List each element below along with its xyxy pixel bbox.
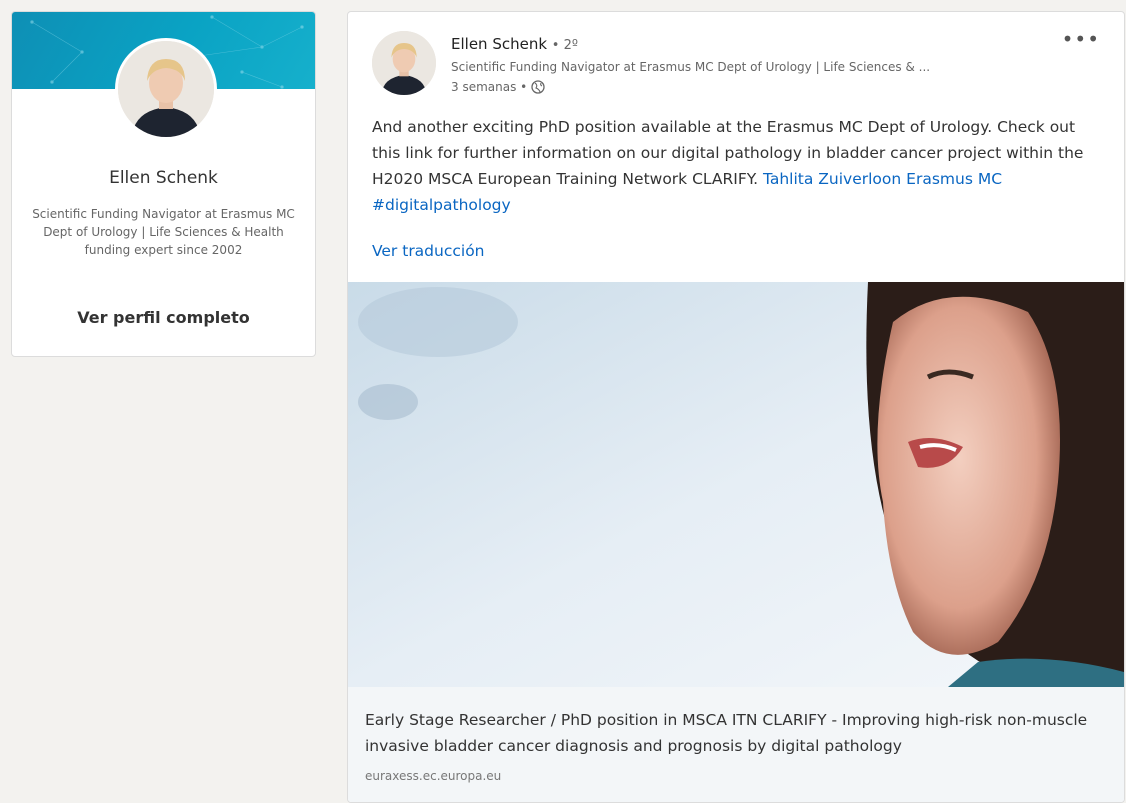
author-line: Ellen Schenk • 2º — [451, 35, 578, 53]
post-card: Ellen Schenk • 2º Scientific Funding Nav… — [347, 11, 1125, 803]
connection-degree: • 2º — [551, 38, 578, 53]
post-image[interactable] — [348, 282, 1124, 687]
post-time: 3 semanas • — [451, 80, 528, 94]
profile-card: Ellen Schenk Scientific Funding Navigato… — [11, 11, 316, 357]
author-avatar[interactable] — [372, 31, 436, 95]
mention-tahlita[interactable]: Tahlita Zuiverloon — [763, 170, 901, 188]
post-text: And another exciting PhD position availa… — [372, 114, 1102, 218]
link-preview[interactable]: Early Stage Researcher / PhD position in… — [348, 687, 1124, 802]
globe-icon — [531, 80, 545, 94]
profile-name[interactable]: Ellen Schenk — [12, 168, 315, 188]
mention-erasmus[interactable]: Erasmus MC — [906, 170, 1002, 188]
profile-headline: Scientific Funding Navigator at Erasmus … — [32, 207, 295, 257]
author-name[interactable]: Ellen Schenk — [451, 35, 547, 53]
more-options-icon[interactable]: ••• — [1062, 29, 1100, 49]
hashtag-digitalpathology[interactable]: #digitalpathology — [372, 196, 511, 214]
avatar[interactable] — [115, 38, 217, 140]
view-full-profile-link[interactable]: Ver perfil completo — [12, 308, 315, 327]
see-translation-link[interactable]: Ver traducción — [372, 242, 485, 260]
post-meta: 3 semanas • — [451, 80, 545, 94]
author-headline: Scientific Funding Navigator at Erasmus … — [451, 60, 931, 74]
preview-domain: euraxess.ec.europa.eu — [365, 769, 502, 783]
preview-title[interactable]: Early Stage Researcher / PhD position in… — [365, 707, 1105, 759]
